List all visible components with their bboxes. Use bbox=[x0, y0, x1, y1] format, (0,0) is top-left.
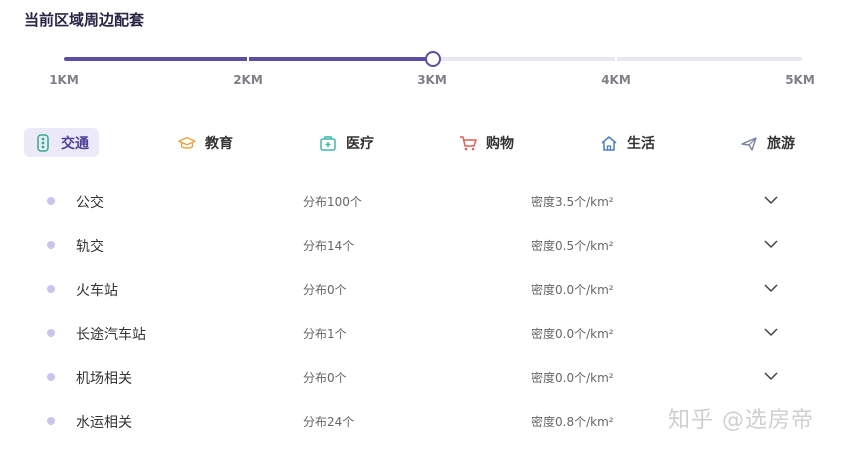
tab-education[interactable]: 教育 bbox=[168, 128, 243, 157]
graduation-cap-icon bbox=[178, 134, 196, 152]
traffic-light-icon bbox=[34, 133, 52, 152]
item-density: 密度0.5个/km² bbox=[531, 239, 614, 253]
item-count: 分布100个 bbox=[303, 195, 362, 209]
home-icon bbox=[600, 134, 618, 152]
slider-tick bbox=[615, 55, 617, 63]
chevron-down-icon[interactable] bbox=[763, 238, 779, 250]
bullet-dot bbox=[47, 285, 55, 293]
tab-label: 教育 bbox=[205, 135, 233, 152]
tab-label: 购物 bbox=[486, 135, 514, 152]
distance-slider[interactable]: 1KM 2KM 3KM 4KM 5KM bbox=[0, 40, 847, 90]
shopping-cart-icon bbox=[459, 134, 477, 152]
item-count: 分布1个 bbox=[303, 327, 347, 341]
watermark: 知乎 @选房帝 bbox=[668, 408, 814, 433]
slider-label-5km[interactable]: 5KM bbox=[785, 73, 815, 87]
tab-travel[interactable]: 旅游 bbox=[730, 128, 805, 157]
item-name: 机场相关 bbox=[76, 371, 132, 387]
bullet-dot bbox=[47, 241, 55, 249]
tab-label: 医疗 bbox=[346, 135, 374, 152]
item-density: 密度0.0个/km² bbox=[531, 327, 614, 341]
slider-label-4km[interactable]: 4KM bbox=[601, 73, 631, 87]
item-name: 水运相关 bbox=[76, 415, 132, 431]
tab-shopping[interactable]: 购物 bbox=[449, 128, 524, 157]
list-item[interactable]: 机场相关 分布0个 密度0.0个/km² bbox=[0, 356, 847, 400]
item-count: 分布0个 bbox=[303, 283, 347, 297]
item-count: 分布24个 bbox=[303, 415, 355, 429]
item-density: 密度0.0个/km² bbox=[531, 283, 614, 297]
section-title: 当前区域周边配套 bbox=[24, 11, 145, 29]
bullet-dot bbox=[47, 329, 55, 337]
tab-label: 交通 bbox=[61, 135, 89, 152]
tab-traffic[interactable]: 交通 bbox=[24, 128, 99, 157]
item-name: 轨交 bbox=[76, 239, 104, 255]
chevron-down-icon[interactable] bbox=[763, 326, 779, 338]
list-item[interactable]: 公交 分布100个 密度3.5个/km² bbox=[0, 180, 847, 224]
slider-handle[interactable] bbox=[425, 51, 441, 67]
item-density: 密度0.8个/km² bbox=[531, 415, 614, 429]
item-name: 公交 bbox=[76, 195, 104, 211]
slider-label-2km[interactable]: 2KM bbox=[233, 73, 263, 87]
slider-tick bbox=[247, 55, 249, 63]
bullet-dot bbox=[47, 197, 55, 205]
tab-life[interactable]: 生活 bbox=[590, 128, 665, 157]
slider-label-1km[interactable]: 1KM bbox=[49, 73, 79, 87]
airplane-icon bbox=[740, 134, 758, 152]
item-density: 密度3.5个/km² bbox=[531, 195, 614, 209]
list-item[interactable]: 长途汽车站 分布1个 密度0.0个/km² bbox=[0, 312, 847, 356]
item-name: 长途汽车站 bbox=[76, 327, 146, 343]
item-density: 密度0.0个/km² bbox=[531, 371, 614, 385]
tab-medical[interactable]: 医疗 bbox=[309, 128, 384, 157]
list-item[interactable]: 轨交 分布14个 密度0.5个/km² bbox=[0, 224, 847, 268]
tab-label: 生活 bbox=[627, 135, 655, 152]
bullet-dot bbox=[47, 417, 55, 425]
bullet-dot bbox=[47, 373, 55, 381]
category-tabs: 交通 教育 医疗 购物 生活 旅游 bbox=[24, 128, 824, 158]
list-item[interactable]: 火车站 分布0个 密度0.0个/km² bbox=[0, 268, 847, 312]
chevron-down-icon[interactable] bbox=[763, 282, 779, 294]
medical-kit-icon bbox=[319, 134, 337, 152]
chevron-down-icon[interactable] bbox=[763, 370, 779, 382]
tab-label: 旅游 bbox=[767, 135, 795, 152]
slider-label-3km[interactable]: 3KM bbox=[417, 73, 447, 87]
item-name: 火车站 bbox=[76, 283, 118, 299]
item-count: 分布0个 bbox=[303, 371, 347, 385]
chevron-down-icon[interactable] bbox=[763, 194, 779, 206]
item-count: 分布14个 bbox=[303, 239, 355, 253]
